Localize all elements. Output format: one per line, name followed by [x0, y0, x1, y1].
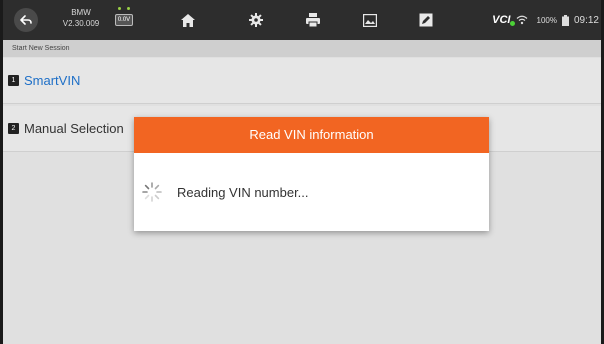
breadcrumb: Start New Session [3, 40, 601, 57]
battery-voltage-widget[interactable]: 0.0V [115, 7, 133, 33]
vehicle-make: BMW [71, 8, 91, 17]
status-area: VCI 100% 09:12 [492, 0, 601, 40]
vci-status: VCI [492, 14, 515, 26]
dialog-body: Reading VIN number... [134, 153, 489, 231]
connection-dots [118, 7, 130, 13]
option-number: 1 [8, 75, 19, 86]
settings-icon [249, 13, 263, 27]
read-vin-dialog: Read VIN information Reading VIN number.… [134, 117, 489, 231]
screenshot-button[interactable] [360, 10, 380, 30]
print-button[interactable] [303, 10, 323, 30]
print-icon [306, 13, 320, 27]
top-bar: BMW V2.30.009 0.0V VCI 100% 09:12 [3, 0, 601, 40]
wifi-icon [516, 15, 527, 25]
edit-button[interactable] [416, 10, 436, 30]
vehicle-info: BMW V2.30.009 [51, 7, 111, 29]
spinner-icon [142, 182, 162, 202]
option-label: SmartVIN [24, 73, 81, 88]
battery-icon [561, 14, 569, 26]
clock: 09:12 [573, 14, 599, 26]
option-number: 2 [8, 123, 19, 134]
home-icon [181, 13, 195, 27]
battery-voltage: 0.0V [115, 14, 133, 26]
image-icon [363, 13, 377, 27]
settings-button[interactable] [246, 10, 266, 30]
option-smartvin[interactable]: 1 SmartVIN [3, 58, 601, 104]
screen: BMW V2.30.009 0.0V VCI 100% 09:12 Start … [3, 0, 601, 344]
back-icon [20, 15, 32, 25]
vehicle-version: V2.30.009 [62, 19, 100, 28]
option-label: Manual Selection [24, 121, 124, 136]
back-button[interactable] [14, 8, 38, 32]
dialog-message: Reading VIN number... [177, 184, 309, 200]
battery-percent: 100% [536, 15, 557, 25]
home-button[interactable] [178, 10, 198, 30]
edit-icon [419, 13, 433, 27]
dialog-title: Read VIN information [134, 117, 489, 153]
